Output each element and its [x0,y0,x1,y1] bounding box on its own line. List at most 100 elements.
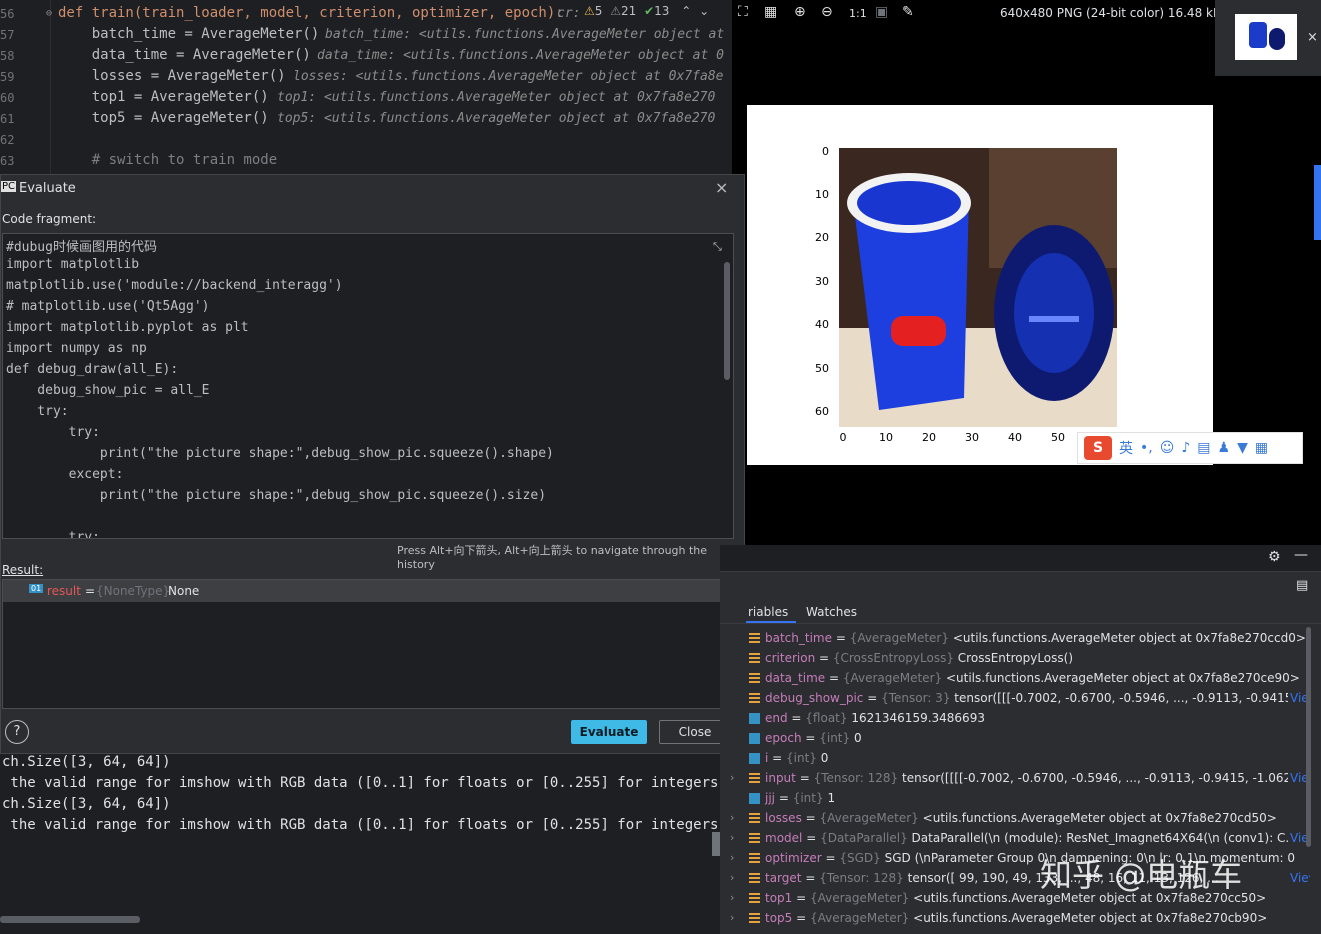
minimize-icon[interactable]: — [1294,547,1308,563]
code-line[interactable]: def debug_draw(all_E): [6,362,178,377]
zoom-in-icon[interactable]: ⊕ [794,4,806,20]
chevron-up-icon[interactable]: ⌃ [681,4,691,18]
variable-type: {Tensor: 3} [881,691,951,705]
code-fragment-editor[interactable]: #dubug时候画图用的代码 import matplotlib matplot… [2,233,734,539]
variable-row[interactable]: › top5 = {AverageMeter} <utils.functions.… [720,909,1310,929]
code-line[interactable]: except: [6,467,124,482]
grid-icon[interactable]: ▦ [764,4,777,20]
emoji-icon[interactable]: ☺ [1160,440,1175,456]
dialog-title-bar[interactable]: PC Evaluate × [1,175,746,203]
inspection-widget[interactable]: ⚠5 ⚠21 ✔13 ⌃ ⌄ [584,4,732,22]
variable-row[interactable]: criterion = {CrossEntropyLoss} CrossEntr… [720,649,1310,669]
inline-value-hint: data_time: <utils.functions.AverageMeter… [317,48,724,63]
code-line[interactable]: losses = AverageMeter() [58,68,286,84]
code-line[interactable]: # matplotlib.use('Qt5Agg') [6,299,210,314]
variable-type: {CrossEntropyLoss} [832,651,954,665]
layout-icon[interactable]: ▤ [1296,578,1308,593]
console-output[interactable]: ch.Size([3, 64, 64]) the valid range for… [0,754,735,934]
result-row[interactable]: 01 result = {NoneType} None [3,580,733,602]
chevron-right-icon[interactable]: › [730,771,734,784]
chevron-right-icon[interactable]: › [730,891,734,904]
variable-row[interactable]: › input = {Tensor: 128} tensor([[[[-0.700… [720,769,1310,789]
variable-row[interactable]: jjj = {int} 1 [720,789,1310,809]
variables-scrollbar[interactable] [1306,627,1311,847]
chevron-right-icon[interactable]: › [730,871,734,884]
fold-icon[interactable]: ⊖ [46,8,52,19]
plotted-image-pixels [839,148,1117,427]
code-line[interactable]: debug_show_pic = all_E [6,383,209,398]
view-link[interactable]: View [1288,871,1310,885]
tab-watches[interactable]: Watches [806,605,857,619]
code-line[interactable]: import matplotlib [6,257,139,272]
variable-row[interactable]: i = {int} 0 [720,749,1310,769]
code-line[interactable]: data_time = AverageMeter() [58,47,311,63]
variable-row[interactable]: data_time = {AverageMeter} <utils.functi… [720,669,1310,689]
fit-icon[interactable]: ⛶ [738,4,748,20]
chevron-right-icon[interactable]: › [730,811,734,824]
evaluate-button[interactable]: Evaluate [571,720,647,744]
collapse-icon[interactable]: ⤡ [713,240,722,254]
user-icon[interactable]: ♟ [1218,440,1231,456]
chevron-down-icon[interactable]: ⌄ [699,4,709,18]
microphone-icon[interactable]: ♪ [1181,440,1190,456]
code-line[interactable]: batch_time = AverageMeter() [58,26,320,42]
code-line[interactable]: try: [6,425,100,440]
equals-sign: = [787,711,806,725]
scrollbar-indicator[interactable] [1314,165,1321,240]
chevron-right-icon[interactable]: › [730,851,734,864]
variable-row[interactable]: end = {float} 1621346159.3486693 [720,709,1310,729]
variable-row[interactable]: epoch = {int} 0 [720,729,1310,749]
help-button[interactable]: ? [5,720,29,744]
chevron-right-icon[interactable]: › [730,911,734,924]
code-line[interactable]: print("the picture shape:",debug_show_pi… [6,446,554,461]
x-tick: 30 [965,431,979,444]
object-variable-icon [749,693,760,704]
actual-size-button[interactable]: 1:1 [849,7,867,20]
line-number: 63 [0,154,15,168]
keyboard-icon[interactable]: ▤ [1197,440,1210,456]
code-line[interactable]: #dubug时候画图用的代码 [6,236,157,255]
variable-row[interactable]: › model = {DataParallel} DataParallel(\n … [720,829,1310,849]
code-line[interactable]: def train(train_loader, model, criterion… [58,5,564,21]
variable-row[interactable]: batch_time = {AverageMeter} <utils.funct… [720,629,1310,649]
sogou-logo-icon[interactable]: S [1084,436,1112,460]
ime-toolbar[interactable]: S 英 •, ☺ ♪ ▤ ♟ ▼ ▦ [1077,432,1303,464]
object-variable-icon [749,833,760,844]
object-variable-icon [749,813,760,824]
code-scrollbar[interactable] [724,262,730,380]
console-scrollbar[interactable] [712,832,720,856]
variable-row[interactable]: debug_show_pic = {Tensor: 3} tensor([[[-… [720,689,1310,709]
punctuation-icon[interactable]: •, [1140,440,1153,456]
skin-icon[interactable]: ▼ [1237,440,1248,456]
code-line[interactable]: top1 = AverageMeter() [58,89,269,105]
warning-count: 5 [594,4,603,18]
console-line: ch.Size([3, 64, 64]) [2,754,171,770]
x-tick: 10 [879,431,893,444]
chevron-right-icon[interactable]: › [730,831,734,844]
thumbnail-image[interactable] [1235,14,1297,60]
code-line[interactable]: import matplotlib.pyplot as plt [6,320,249,335]
close-icon[interactable]: × [715,178,728,197]
code-line[interactable]: try: [6,404,68,419]
background-icon[interactable]: ▣ [875,4,888,20]
gear-icon[interactable]: ⚙ [1268,549,1281,565]
color-picker-icon[interactable]: ✎ [902,4,914,20]
code-fragment-label: Code fragment: [2,212,97,226]
result-tree[interactable]: 01 result = {NoneType} None [2,579,734,709]
zoom-out-icon[interactable]: ⊖ [821,4,833,20]
grid-menu-icon[interactable]: ▦ [1255,440,1268,456]
code-line[interactable]: top5 = AverageMeter() [58,110,269,126]
ime-language-toggle[interactable]: 英 [1119,438,1133,458]
variable-name: losses [765,811,802,825]
code-line[interactable]: matplotlib.use('module://backend_interag… [6,278,343,293]
code-line[interactable]: print("the picture shape:",debug_show_pi… [6,488,546,503]
tab-variables[interactable]: riables [748,605,788,619]
code-editor[interactable]: 56 57 58 59 60 61 62 63 ⊖ def train(trai… [0,0,732,174]
close-icon[interactable]: × [1307,30,1318,45]
variable-row[interactable]: › losses = {AverageMeter} <utils.function… [720,809,1310,829]
console-h-scrollbar[interactable] [0,916,140,923]
line-number: 56 [0,7,15,21]
code-line[interactable]: import numpy as np [6,341,147,356]
code-line[interactable]: # switch to train mode [58,152,277,168]
code-line[interactable]: try: [6,530,100,538]
